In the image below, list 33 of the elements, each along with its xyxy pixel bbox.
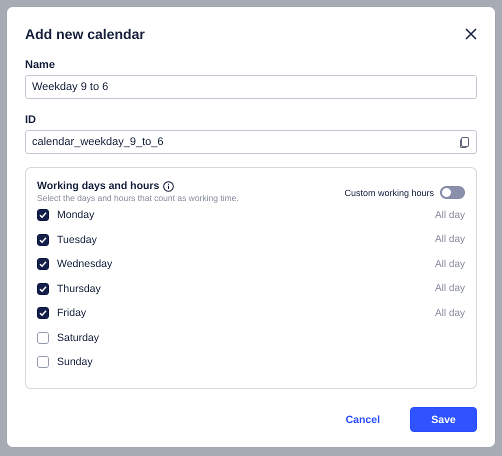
name-field[interactable]: Weekday 9 to 6 xyxy=(25,75,477,99)
hours-label: All day xyxy=(434,283,465,294)
day-label: Saturday xyxy=(57,332,100,344)
section-title: Working days and hours xyxy=(37,180,160,192)
day-label: Friday xyxy=(57,307,88,320)
hours-label: All day xyxy=(434,234,465,246)
day-label: Thursday xyxy=(57,282,102,295)
cancel-button[interactable]: Cancel xyxy=(346,407,380,432)
day-label: Tuesday xyxy=(57,234,98,246)
day-label: Monday xyxy=(57,209,96,222)
hours-label: All day xyxy=(434,258,465,270)
save-button[interactable]: Save xyxy=(410,407,477,432)
day-checkbox[interactable] xyxy=(37,209,49,222)
custom-hours-toggle[interactable] xyxy=(440,186,465,199)
dialog-title: Add new calendar xyxy=(25,26,145,42)
day-checkbox[interactable] xyxy=(37,356,49,368)
day-checkbox[interactable] xyxy=(37,234,49,246)
day-checkbox[interactable] xyxy=(37,258,49,270)
close-icon[interactable] xyxy=(465,28,477,40)
copy-icon[interactable] xyxy=(460,136,469,148)
day-label: Wednesday xyxy=(57,258,114,270)
id-field[interactable]: calendar_weekday_9_to_6 xyxy=(25,130,477,154)
day-checkbox[interactable] xyxy=(37,307,49,320)
day-checkbox[interactable] xyxy=(37,282,49,295)
field-label: ID xyxy=(25,114,37,126)
info-icon[interactable] xyxy=(163,180,174,192)
toggle-label: Custom working hours xyxy=(344,188,434,198)
field-label: Name xyxy=(25,59,56,71)
day-label: Sunday xyxy=(57,356,94,368)
hours-label: All day xyxy=(434,210,465,221)
day-checkbox[interactable] xyxy=(37,332,49,344)
section-description: Select the days and hours that count as working time. xyxy=(37,193,239,203)
hours-label: All day xyxy=(434,308,465,319)
